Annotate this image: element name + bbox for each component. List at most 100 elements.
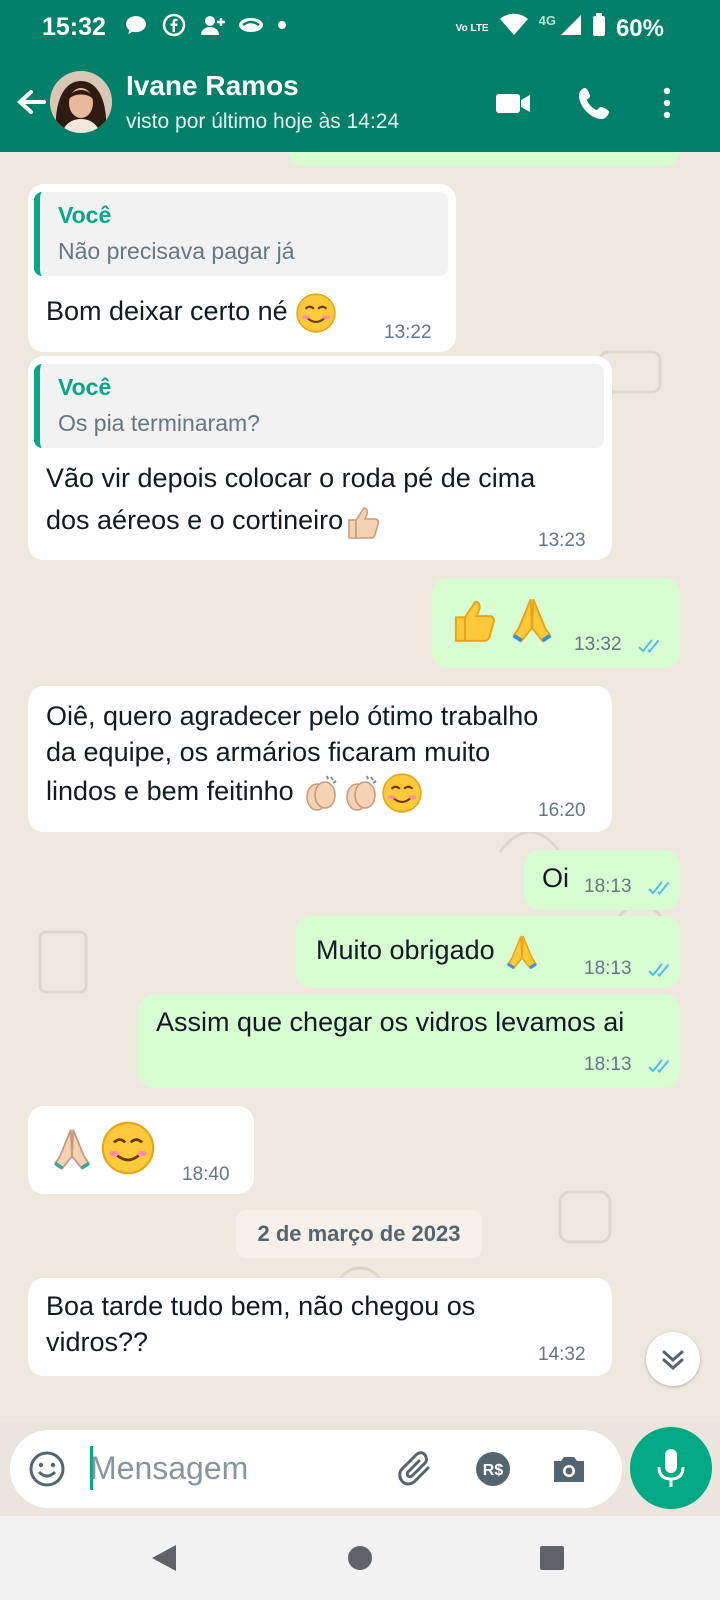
paperclip-icon xyxy=(398,1451,430,1486)
message-input[interactable]: Mensagem xyxy=(90,1450,248,1487)
more-notifications-dot-icon xyxy=(276,13,300,37)
message-text-line: Vão vir depois colocar o roda pé de cima xyxy=(46,463,536,493)
phone-icon xyxy=(579,88,609,119)
avatar[interactable] xyxy=(50,71,112,133)
chat-area[interactable]: Você Não precisava pagar já Bom deixar c… xyxy=(0,152,720,1422)
quote-text: Os pia terminaram? xyxy=(58,410,260,436)
scroll-to-bottom-button[interactable] xyxy=(646,1332,700,1386)
signal-icon xyxy=(560,13,582,44)
network-type: 4G xyxy=(538,13,556,28)
message-text: Oi xyxy=(542,863,569,893)
double-chevron-down-icon xyxy=(662,1350,684,1371)
message-text-content: Muito obrigado xyxy=(316,935,495,966)
chat-notification-icon xyxy=(124,13,148,37)
camera-icon xyxy=(554,1457,584,1482)
emoji-button[interactable] xyxy=(28,1450,66,1488)
quoted-message[interactable]: Você Os pia terminaram? xyxy=(34,364,604,448)
message-time: 14:32 xyxy=(538,1344,586,1365)
facebook-icon xyxy=(162,13,186,37)
more-vert-icon xyxy=(663,87,671,119)
wifi-icon xyxy=(499,13,529,44)
message-text-line: vidros?? xyxy=(46,1327,149,1357)
nav-home-button[interactable] xyxy=(342,1540,378,1576)
message-text-line: lindos e bem feitinho xyxy=(46,772,423,814)
add-contact-icon xyxy=(200,13,225,37)
folded-hands-emoji-icon xyxy=(512,598,552,643)
message-text-content: dos aéreos e o cortineiro xyxy=(46,505,344,536)
last-seen: visto por último hoje às 14:24 xyxy=(126,110,400,133)
thumbs-up-emoji-icon xyxy=(454,600,495,642)
status-bar: 15:32 Vo LTE 4G 60% xyxy=(0,0,720,56)
clapping-hands-emoji-icon xyxy=(306,775,337,811)
smiling-face-emoji-icon xyxy=(296,293,336,333)
message-time: 13:22 xyxy=(384,322,432,343)
triangle-back-icon xyxy=(152,1545,176,1571)
notification-icons xyxy=(124,13,300,37)
message-text-line: dos aéreos e o cortineiro xyxy=(46,502,383,542)
message-time: 18:13 xyxy=(584,1054,632,1075)
message-bubble-outgoing[interactable]: 13:32 xyxy=(432,578,680,668)
volte-label: Vo LTE xyxy=(455,23,489,34)
video-call-icon xyxy=(496,94,530,113)
system-icons: Vo LTE 4G 60% xyxy=(456,13,664,44)
video-call-button[interactable] xyxy=(494,84,532,122)
folded-hands-emoji-icon xyxy=(507,935,538,970)
message-text-content: lindos e bem feitinho xyxy=(46,776,294,807)
voice-message-button[interactable] xyxy=(630,1427,712,1509)
read-ticks-icon xyxy=(648,963,670,977)
system-nav-bar xyxy=(0,1516,720,1600)
camera-button[interactable] xyxy=(550,1450,588,1488)
payment-button[interactable]: R$ xyxy=(474,1450,512,1488)
nav-back-button[interactable] xyxy=(146,1540,182,1576)
date-separator: 2 de março de 2023 xyxy=(236,1210,482,1258)
message-bubble-incoming[interactable]: 18:40 xyxy=(28,1106,254,1194)
back-button[interactable] xyxy=(12,82,52,122)
battery-icon xyxy=(592,13,606,44)
arrow-left-icon xyxy=(17,90,46,114)
message-text-line: da equipe, os armários ficaram muito xyxy=(46,737,491,767)
smiling-face-emoji-icon xyxy=(101,1121,155,1175)
message-bubble-incoming[interactable]: Boa tarde tudo bem, não chegou os vidros… xyxy=(28,1278,612,1376)
attach-button[interactable] xyxy=(398,1450,436,1488)
message-bubble-outgoing[interactable]: Assim que chegar os vidros levamos ai 18… xyxy=(138,994,680,1088)
message-text-line: Oiê, quero agradecer pelo ótimo trabalho xyxy=(46,701,539,731)
message-composer: Mensagem R$ xyxy=(10,1430,622,1508)
app-notification-icon xyxy=(238,13,263,37)
read-ticks-icon xyxy=(648,1059,670,1073)
message-time: 13:23 xyxy=(538,530,586,551)
quoted-message[interactable]: Você Não precisava pagar já xyxy=(34,192,448,276)
payment-icon: R$ xyxy=(476,1452,510,1486)
circle-home-icon xyxy=(348,1546,372,1570)
voice-call-button[interactable] xyxy=(576,84,614,122)
message-bubble-outgoing[interactable]: Oi 18:13 xyxy=(524,850,680,910)
quote-author: Você xyxy=(58,374,112,400)
folded-hands-emoji-icon xyxy=(53,1129,91,1170)
battery-percent: 60% xyxy=(615,14,664,42)
thumbs-up-emoji-icon xyxy=(348,507,380,539)
read-ticks-icon xyxy=(638,639,660,653)
message-bubble-outgoing-partial[interactable] xyxy=(288,152,680,166)
contact-name[interactable]: Ivane Ramos xyxy=(126,70,299,102)
message-bubble-incoming[interactable]: Você Os pia terminaram? Vão vir depois c… xyxy=(28,356,612,560)
message-text: Muito obrigado xyxy=(316,932,542,972)
message-bubble-incoming[interactable]: Você Não precisava pagar já Bom deixar c… xyxy=(28,184,456,352)
message-text: Assim que chegar os vidros levamos ai xyxy=(156,1007,625,1037)
message-time: 13:32 xyxy=(574,634,622,655)
message-time: 18:40 xyxy=(182,1164,230,1185)
microphone-icon xyxy=(657,1449,685,1487)
nav-recents-button[interactable] xyxy=(534,1540,570,1576)
message-bubble-incoming[interactable]: Oiê, quero agradecer pelo ótimo trabalho… xyxy=(28,686,612,832)
emoji-icon xyxy=(29,1451,65,1487)
message-text-content: Bom deixar certo né xyxy=(46,296,288,327)
square-recents-icon xyxy=(540,1546,564,1570)
clapping-hands-emoji-icon xyxy=(346,775,377,811)
message-time: 18:13 xyxy=(584,958,632,979)
menu-button[interactable] xyxy=(648,84,686,122)
smiling-face-emoji-icon xyxy=(382,773,422,813)
quote-author: Você xyxy=(58,202,112,228)
message-time: 18:13 xyxy=(584,876,632,897)
message-bubble-outgoing[interactable]: Muito obrigado 18:13 xyxy=(296,916,680,988)
read-ticks-icon xyxy=(648,881,670,895)
message-text-line: Boa tarde tudo bem, não chegou os xyxy=(46,1291,476,1321)
message-time: 16:20 xyxy=(538,800,586,821)
